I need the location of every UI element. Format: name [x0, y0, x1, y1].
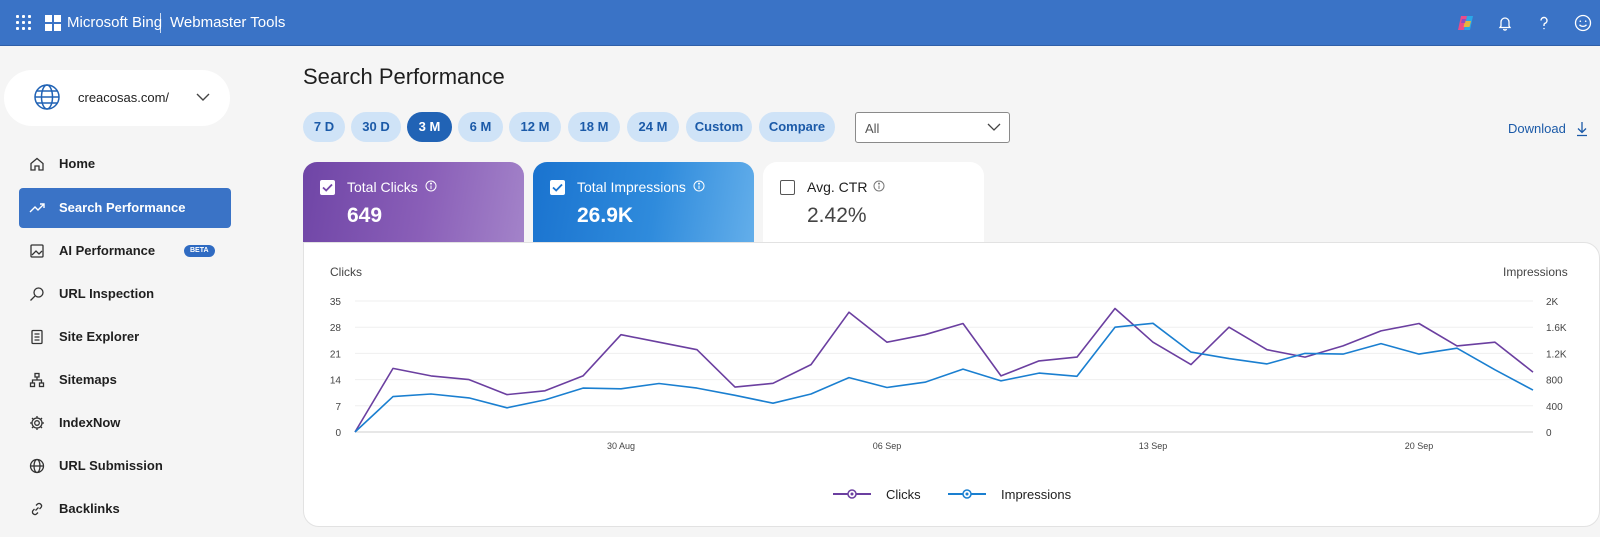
sidebar-item-label: IndexNow — [59, 415, 121, 430]
help-icon[interactable] — [1533, 12, 1555, 34]
clicks-legend-marker — [833, 489, 871, 499]
info-icon[interactable] — [873, 180, 885, 192]
range-custom-button[interactable]: Custom — [686, 112, 752, 142]
right-axis-tick: 2K — [1546, 297, 1559, 308]
copilot-icon[interactable] — [1455, 12, 1477, 34]
product-name[interactable]: Webmaster Tools — [170, 14, 285, 31]
top-bar: Microsoft Bing Webmaster Tools — [0, 0, 1600, 46]
home-icon — [30, 157, 44, 171]
range-3m-button[interactable]: 3 M — [407, 112, 452, 142]
sidebar-item-indexnow[interactable]: IndexNow — [19, 403, 231, 443]
left-axis-tick: 28 — [330, 323, 342, 334]
x-axis-tick: 13 Sep — [1139, 441, 1168, 451]
range-6m-button[interactable]: 6 M — [458, 112, 503, 142]
sidebar-item-url-submission[interactable]: URL Submission — [19, 446, 231, 486]
metric-value: 649 — [347, 204, 383, 227]
left-axis-tick: 35 — [330, 297, 342, 308]
brand-divider — [160, 13, 161, 33]
checkmark-icon — [322, 183, 333, 192]
sidebar-item-search-performance[interactable]: Search Performance — [19, 188, 231, 228]
metric-value: 2.42% — [807, 204, 867, 227]
left-axis-tick: 14 — [330, 376, 342, 387]
x-axis-tick: 30 Aug — [607, 441, 635, 451]
link-icon — [31, 502, 43, 516]
avg-ctr-checkbox[interactable] — [780, 180, 795, 195]
impressions-legend-marker — [948, 489, 986, 499]
sidebar-item-label: Site Explorer — [59, 329, 140, 344]
feedback-smiley-icon[interactable] — [1572, 12, 1594, 34]
sidebar-item-label: AI Performance — [59, 243, 156, 258]
left-axis-tick: 7 — [335, 402, 341, 413]
compare-button[interactable]: Compare — [759, 112, 835, 142]
page-title: Search Performance — [303, 64, 505, 89]
globe-icon — [34, 84, 60, 110]
impressions-legend-label[interactable]: Impressions — [1001, 487, 1071, 502]
sitemap-icon — [29, 372, 45, 388]
microsoft-logo-icon — [45, 15, 61, 31]
chevron-down-icon[interactable] — [196, 92, 210, 102]
range-24m-button[interactable]: 24 M — [627, 112, 679, 142]
bell-icon[interactable] — [1494, 12, 1516, 34]
sidebar-item-label: Sitemaps — [59, 372, 117, 387]
sidebar-item-label: URL Submission — [59, 458, 163, 473]
sidebar-item-sitemaps[interactable]: Sitemaps — [19, 360, 231, 400]
total-impressions-checkbox[interactable] — [550, 180, 565, 195]
site-selector[interactable]: creacosas.com/ — [4, 70, 230, 126]
sidebar-item-ai-performance[interactable]: AI Performance BETA — [19, 231, 231, 271]
beta-badge: BETA — [184, 245, 215, 257]
range-7d-button[interactable]: 7 D — [303, 112, 345, 142]
right-axis-tick: 1.6K — [1546, 323, 1567, 334]
sidebar-item-label: Backlinks — [59, 501, 120, 516]
sidebar-item-site-explorer[interactable]: Site Explorer — [19, 317, 231, 357]
filter-dropdown[interactable]: All — [855, 112, 1010, 143]
x-axis-tick: 06 Sep — [873, 441, 902, 451]
sidebar-item-label: Home — [59, 156, 96, 171]
info-icon[interactable] — [425, 180, 437, 192]
brand-name[interactable]: Microsoft Bing — [67, 14, 162, 31]
info-icon[interactable] — [693, 180, 705, 192]
site-name: creacosas.com/ — [78, 90, 170, 105]
magnifier-icon — [30, 287, 44, 301]
right-axis-tick: 1.2K — [1546, 349, 1567, 360]
x-axis-tick: 20 Sep — [1405, 441, 1434, 451]
trend-icon — [29, 203, 45, 213]
metric-label: Total Impressions — [577, 179, 686, 195]
sidebar-item-backlinks[interactable]: Backlinks — [19, 489, 231, 529]
total-clicks-card[interactable]: Total Clicks 649 — [303, 162, 524, 242]
left-axis-tick: 21 — [330, 349, 342, 360]
performance-chart[interactable]: 35 2K 28 1.6K 21 1.2K 14 800 7 400 0 0 30 Aug 06 Sep 1… — [303, 242, 1600, 527]
metric-label: Avg. CTR — [807, 179, 868, 195]
left-axis-tick: 0 — [335, 428, 341, 439]
globe-icon — [29, 458, 45, 474]
right-axis-tick: 400 — [1546, 402, 1563, 413]
sidebar-item-home[interactable]: Home — [19, 144, 231, 184]
document-list-icon — [31, 329, 43, 345]
chevron-down-icon — [987, 123, 1001, 131]
ai-image-icon — [30, 244, 44, 258]
metric-value: 26.9K — [577, 204, 634, 227]
range-18m-button[interactable]: 18 M — [568, 112, 620, 142]
total-impressions-card[interactable]: Total Impressions 26.9K — [533, 162, 754, 242]
range-30d-button[interactable]: 30 D — [351, 112, 401, 142]
impressions-series-line — [354, 322, 1534, 433]
filter-value: All — [865, 121, 880, 136]
range-12m-button[interactable]: 12 M — [509, 112, 561, 142]
sidebar-item-url-inspection[interactable]: URL Inspection — [19, 274, 231, 314]
app-launcher-icon[interactable] — [16, 15, 31, 30]
avg-ctr-card[interactable]: Avg. CTR 2.42% — [763, 162, 984, 242]
download-link[interactable]: Download — [1508, 121, 1566, 136]
right-axis-tick: 0 — [1546, 428, 1552, 439]
checkmark-icon — [552, 183, 563, 192]
gear-icon — [30, 416, 44, 430]
clicks-legend-label[interactable]: Clicks — [886, 487, 921, 502]
total-clicks-checkbox[interactable] — [320, 180, 335, 195]
download-icon[interactable] — [1575, 121, 1589, 137]
metric-label: Total Clicks — [347, 179, 418, 195]
sidebar-item-label: Search Performance — [59, 200, 186, 215]
sidebar-item-label: URL Inspection — [59, 286, 155, 301]
right-axis-tick: 800 — [1546, 376, 1563, 387]
